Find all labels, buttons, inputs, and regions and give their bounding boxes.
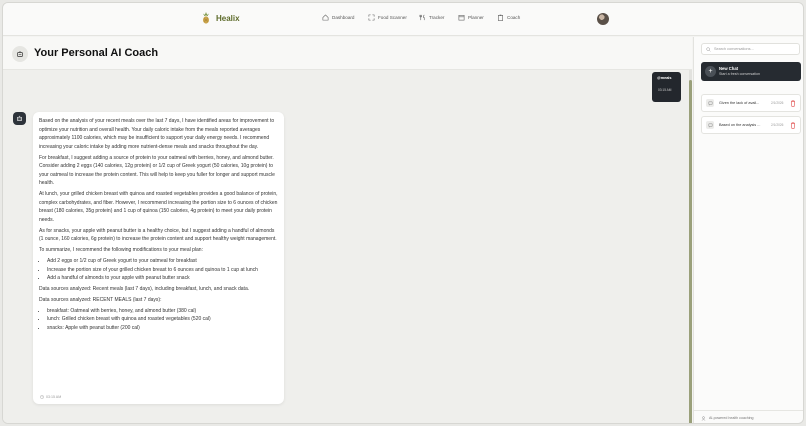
search-icon xyxy=(706,46,711,52)
home-icon xyxy=(322,14,329,21)
footer-text: AI-powered health coaching xyxy=(709,416,754,420)
list-item: breakfast: Oatmeal with berries, honey, … xyxy=(47,307,278,316)
user-avatar[interactable] xyxy=(597,13,609,25)
nav-label: Food Scanner xyxy=(378,15,407,20)
sidebar-footer: AI-powered health coaching xyxy=(694,410,803,423)
trash-icon[interactable] xyxy=(790,100,796,107)
list-item: Add 2 eggs or 1/2 cup of Greek yogurt to… xyxy=(47,257,278,266)
bot-paragraph: To summarize, I recommend the following … xyxy=(39,247,203,253)
logo[interactable]: Healix xyxy=(201,12,240,24)
sources-summary: Data sources analyzed: Recent meals (las… xyxy=(39,285,250,292)
nav-label: Planner xyxy=(468,15,484,20)
scanner-icon xyxy=(368,14,375,21)
user-icon xyxy=(701,415,706,421)
trash-icon[interactable] xyxy=(790,122,796,129)
sources-heading: Data sources analyzed: RECENT MEALS (las… xyxy=(39,296,162,303)
bot-paragraph: Based on the analysis of your recent mea… xyxy=(39,118,275,150)
bot-paragraph: At lunch, your grilled chicken breast wi… xyxy=(39,191,278,223)
chat-bubble-icon xyxy=(706,99,714,107)
nav-label: Dashboard xyxy=(332,15,355,20)
bot-message: Based on the analysis of your recent mea… xyxy=(33,112,284,404)
conversation-title: Given the lack of avail... xyxy=(719,101,760,105)
bot-paragraph: As for snacks, your apple with peanut bu… xyxy=(39,227,277,243)
conversation-item[interactable]: Based on the analysis ... 2/1/2026 xyxy=(701,116,801,134)
user-message: @meals 03:15 AM xyxy=(652,72,681,102)
conversation-date: 2/1/2026 xyxy=(771,101,784,105)
bot-avatar-icon xyxy=(13,112,26,125)
chat-bubble-icon xyxy=(706,121,714,129)
page-header: Your Personal AI Coach xyxy=(3,37,692,70)
list-item: Add a handful of almonds to your apple w… xyxy=(47,274,278,283)
app-name: Healix xyxy=(216,13,240,23)
nav-planner[interactable]: Planner xyxy=(458,14,484,21)
top-nav: Healix Dashboard Food Scanner Tracker Pl… xyxy=(3,3,803,36)
utensils-icon xyxy=(419,14,425,21)
clipboard-icon xyxy=(498,14,503,21)
recommendation-list: Add 2 eggs or 1/2 cup of Greek yogurt to… xyxy=(47,257,278,283)
user-message-time: 03:15 AM xyxy=(658,88,672,92)
list-item: Increase the portion size of your grille… xyxy=(47,266,278,275)
nav-label: Tracker xyxy=(429,15,445,20)
conversation-date: 2/1/2026 xyxy=(771,123,784,127)
nav-tracker[interactable]: Tracker xyxy=(419,14,444,21)
bot-time-text: 03:15 AM xyxy=(46,395,62,399)
app-window: Healix Dashboard Food Scanner Tracker Pl… xyxy=(2,2,804,424)
conversation-title: Based on the analysis ... xyxy=(719,123,761,127)
chat-area[interactable]: @meals 03:15 AM Based on the analysis of… xyxy=(3,70,692,423)
calendar-icon xyxy=(458,15,465,21)
nav-dashboard[interactable]: Dashboard xyxy=(322,14,354,21)
list-item: lunch: Grilled chicken breast with quino… xyxy=(47,315,278,324)
nav-label: Coach xyxy=(507,15,521,20)
list-item: snacks: Apple with peanut butter (200 ca… xyxy=(47,324,278,333)
conversation-sidebar: Search conversations... + New Chat Start… xyxy=(693,37,803,423)
nav-coach[interactable]: Coach xyxy=(497,14,520,21)
search-input[interactable]: Search conversations... xyxy=(701,43,800,55)
conversation-item[interactable]: Given the lack of avail... 2/1/2026 xyxy=(701,94,801,112)
new-chat-subtitle: Start a fresh conversation xyxy=(719,72,760,76)
scrollbar-thumb[interactable] xyxy=(689,80,692,423)
new-chat-title: New Chat xyxy=(719,66,739,71)
bot-paragraph: For breakfast, I suggest adding a source… xyxy=(39,154,275,187)
new-chat-button[interactable]: + New Chat Start a fresh conversation xyxy=(701,62,801,81)
search-placeholder: Search conversations... xyxy=(714,47,754,51)
user-message-text: @meals xyxy=(657,76,672,80)
plus-icon: + xyxy=(705,66,716,77)
page-title: Your Personal AI Coach xyxy=(34,47,159,59)
bot-message-time: 03:15 AM xyxy=(40,393,61,402)
clock-icon xyxy=(40,395,44,400)
nav-food-scanner[interactable]: Food Scanner xyxy=(368,14,407,21)
bot-icon xyxy=(12,46,28,62)
sources-list: breakfast: Oatmeal with berries, honey, … xyxy=(47,307,278,333)
pineapple-logo-icon xyxy=(203,12,209,24)
